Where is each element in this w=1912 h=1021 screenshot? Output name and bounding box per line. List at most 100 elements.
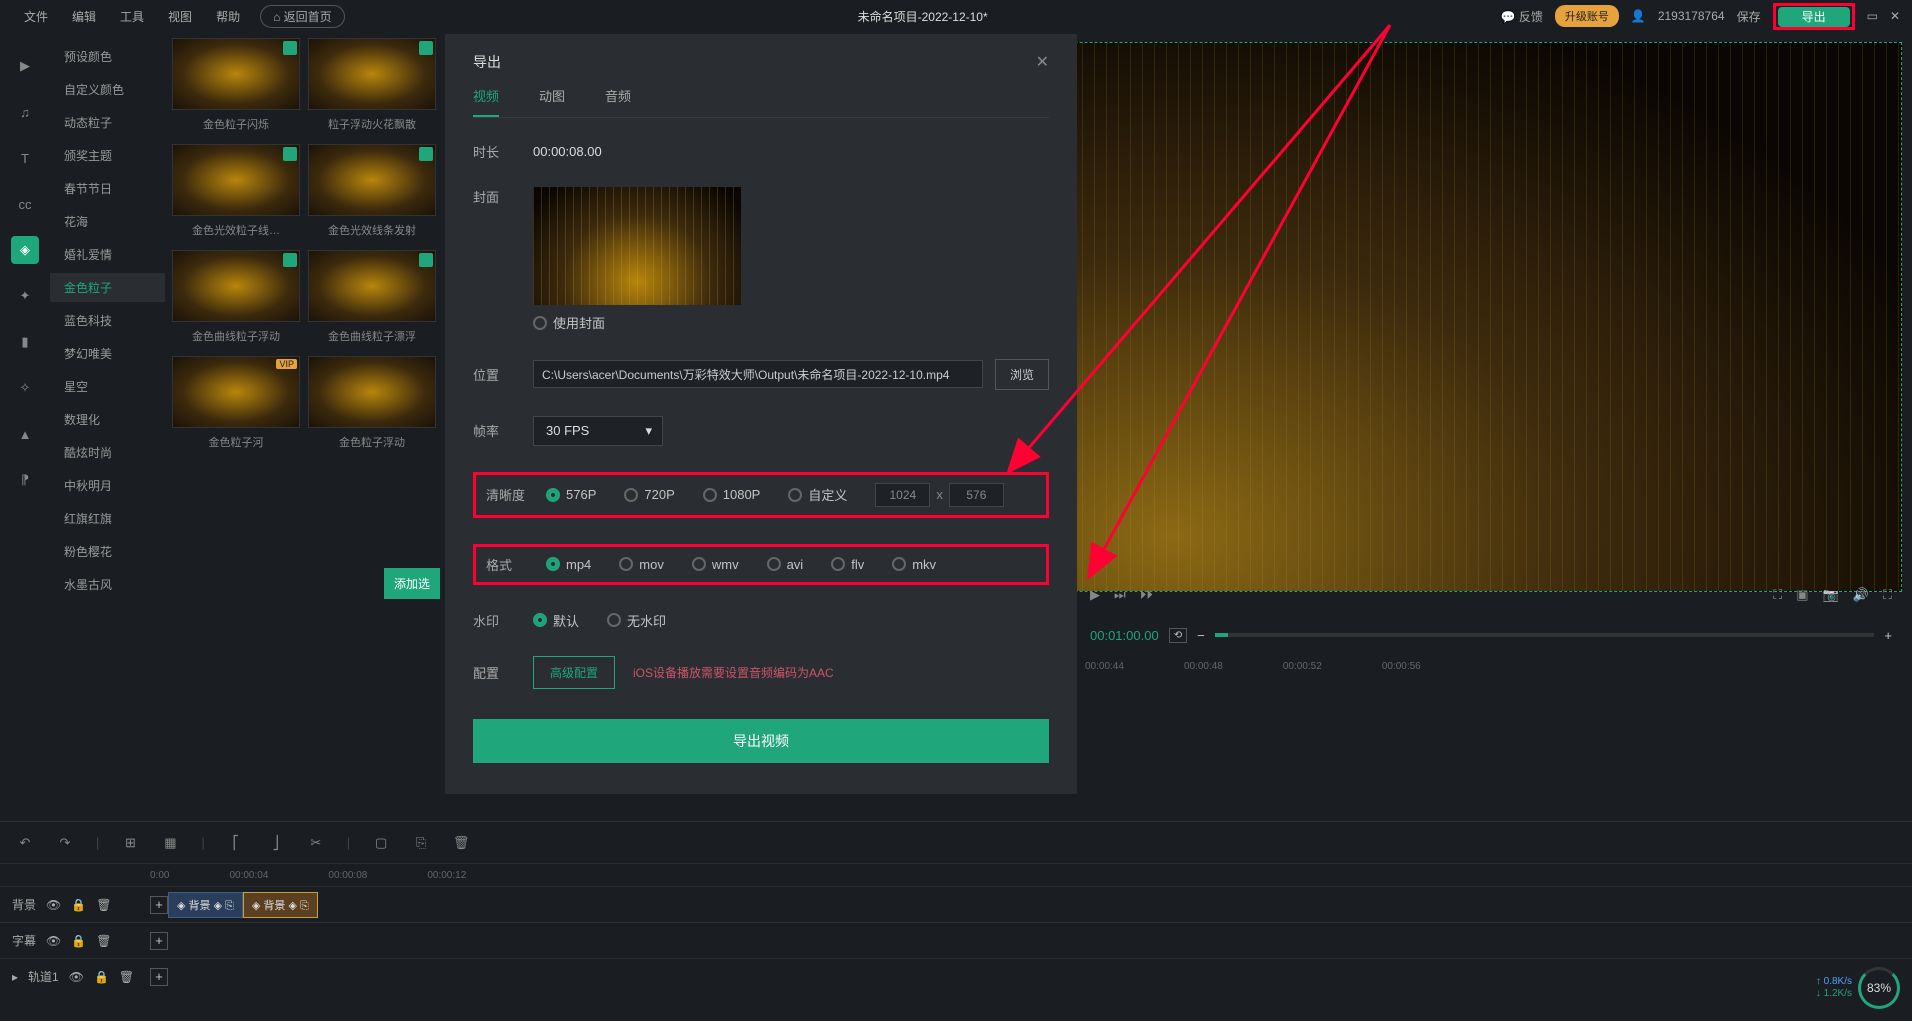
category-item[interactable]: 红旗红旗 bbox=[50, 504, 165, 533]
magic-icon[interactable]: ✧ bbox=[11, 374, 39, 402]
resolution-720p[interactable]: 720P bbox=[624, 487, 674, 502]
play-icon[interactable]: ▶ bbox=[1090, 587, 1100, 603]
category-item[interactable]: 预设颜色 bbox=[50, 42, 165, 71]
timeline-clip[interactable]: ◈ 背景 ◈ ⎘ bbox=[243, 892, 318, 918]
step-forward-icon[interactable]: ⏭ bbox=[1114, 587, 1126, 603]
upgrade-button[interactable]: 升级账号 bbox=[1555, 5, 1619, 27]
lock-icon[interactable]: 🔒 bbox=[94, 970, 109, 984]
cover-thumbnail[interactable] bbox=[533, 187, 741, 305]
thumbnail-item[interactable]: 金色曲线粒子浮动 bbox=[171, 250, 301, 350]
cut-start-icon[interactable]: ⎡ bbox=[227, 834, 245, 852]
thumbnail-item[interactable]: 金色光效粒子线… bbox=[171, 144, 301, 244]
lock-icon[interactable]: 🔒 bbox=[71, 934, 86, 948]
thumbnail-item[interactable]: 金色光效线条发射 bbox=[307, 144, 437, 244]
watermark-none[interactable]: 无水印 bbox=[607, 611, 666, 630]
category-item[interactable]: 金色粒子 bbox=[50, 273, 165, 302]
undo-icon[interactable]: ↶ bbox=[16, 834, 34, 852]
category-item[interactable]: 中秋明月 bbox=[50, 471, 165, 500]
category-item[interactable]: 星空 bbox=[50, 372, 165, 401]
timeline-clip[interactable]: ◈ 背景 ◈ ⎘ bbox=[168, 892, 243, 918]
watermark-default[interactable]: 默认 bbox=[533, 611, 579, 630]
category-item[interactable]: 蓝色科技 bbox=[50, 306, 165, 335]
cut-end-icon[interactable]: ⎦ bbox=[267, 834, 285, 852]
format-avi[interactable]: avi bbox=[767, 557, 804, 572]
category-item[interactable]: 颁奖主题 bbox=[50, 141, 165, 170]
feedback-link[interactable]: 💬 反馈 bbox=[1501, 8, 1543, 25]
window-min-icon[interactable]: ▭ bbox=[1867, 9, 1878, 23]
copy-icon[interactable]: ⎘ bbox=[412, 834, 430, 852]
lock-icon[interactable]: 🔒 bbox=[71, 898, 86, 912]
add-selected-button[interactable]: 添加选 bbox=[384, 568, 440, 599]
format-mp4[interactable]: mp4 bbox=[546, 557, 591, 572]
text-icon[interactable]: T bbox=[11, 144, 39, 172]
browse-button[interactable]: 浏览 bbox=[995, 359, 1049, 390]
plugins-icon[interactable]: ✦ bbox=[11, 282, 39, 310]
zoom-out-icon[interactable]: − bbox=[1197, 628, 1205, 643]
use-cover-checkbox[interactable]: 使用封面 bbox=[533, 313, 605, 332]
category-item[interactable]: 婚礼爱情 bbox=[50, 240, 165, 269]
screenshot-icon[interactable]: ⛶ bbox=[1773, 587, 1782, 603]
category-item[interactable]: 动态粒子 bbox=[50, 108, 165, 137]
thumbnail-item[interactable]: 金色粒子闪烁 bbox=[171, 38, 301, 138]
camera-icon[interactable]: 📷 bbox=[1823, 587, 1839, 603]
custom-width-input[interactable] bbox=[875, 483, 930, 507]
format-mkv[interactable]: mkv bbox=[892, 557, 936, 572]
thumbnail-item[interactable]: 粒子浮动火花飘散 bbox=[307, 38, 437, 138]
delete-icon[interactable]: 🗑 bbox=[452, 834, 470, 852]
eye-icon[interactable]: 👁 bbox=[46, 934, 61, 948]
settings-icon[interactable]: ⁋ bbox=[11, 466, 39, 494]
zoom-in-icon[interactable]: + bbox=[1884, 628, 1892, 643]
effects-icon[interactable]: ◈ bbox=[11, 236, 39, 264]
eye-icon[interactable]: 👁 bbox=[69, 970, 84, 984]
eye-icon[interactable]: 👁 bbox=[46, 898, 61, 912]
export-button[interactable]: 导出 bbox=[1778, 7, 1850, 27]
export-video-button[interactable]: 导出视频 bbox=[473, 719, 1049, 763]
menu-file[interactable]: 文件 bbox=[12, 8, 60, 25]
format-wmv[interactable]: wmv bbox=[692, 557, 739, 572]
window-close-icon[interactable]: ✕ bbox=[1890, 9, 1900, 23]
chevron-right-icon[interactable]: ▸ bbox=[12, 970, 18, 984]
caption-icon[interactable]: cc bbox=[11, 190, 39, 218]
frame-icon[interactable]: ▣ bbox=[1796, 587, 1808, 603]
volume-icon[interactable]: 🔊 bbox=[1853, 587, 1869, 603]
add-clip-button[interactable]: + bbox=[150, 968, 168, 986]
thumbnail-item[interactable]: 金色曲线粒子漂浮 bbox=[307, 250, 437, 350]
tab-gif[interactable]: 动图 bbox=[539, 86, 565, 117]
category-item[interactable]: 春节节日 bbox=[50, 174, 165, 203]
resolution-576p[interactable]: 576P bbox=[546, 487, 596, 502]
folder-icon[interactable]: ▮ bbox=[11, 328, 39, 356]
advanced-config-button[interactable]: 高级配置 bbox=[533, 656, 615, 689]
category-item[interactable]: 水墨古风 bbox=[50, 570, 165, 599]
format-mov[interactable]: mov bbox=[619, 557, 664, 572]
media-icon[interactable]: ▶ bbox=[11, 52, 39, 80]
resolution-1080p[interactable]: 1080P bbox=[703, 487, 761, 502]
trash-icon[interactable]: 🗑 bbox=[119, 970, 134, 984]
scissor-icon[interactable]: ✂ bbox=[307, 834, 325, 852]
category-item[interactable]: 花海 bbox=[50, 207, 165, 236]
thumbnail-item[interactable]: 金色粒子浮动 bbox=[307, 356, 437, 456]
redo-icon[interactable]: ↷ bbox=[56, 834, 74, 852]
home-button[interactable]: ⌂ 返回首页 bbox=[260, 5, 345, 28]
category-item[interactable]: 梦幻唯美 bbox=[50, 339, 165, 368]
save-button[interactable]: 保存 bbox=[1737, 8, 1761, 25]
fullscreen-icon[interactable]: ⛶ bbox=[1883, 587, 1892, 603]
zoom-slider[interactable] bbox=[1215, 633, 1875, 637]
thumbnail-item[interactable]: VIP金色粒子河 bbox=[171, 356, 301, 456]
output-path-input[interactable] bbox=[533, 360, 983, 388]
tab-video[interactable]: 视频 bbox=[473, 86, 499, 117]
category-item[interactable]: 数理化 bbox=[50, 405, 165, 434]
category-item[interactable]: 自定义颜色 bbox=[50, 75, 165, 104]
custom-height-input[interactable] bbox=[949, 483, 1004, 507]
menu-edit[interactable]: 编辑 bbox=[60, 8, 108, 25]
fps-select[interactable]: 30 FPS ▾ bbox=[533, 416, 663, 446]
menu-tools[interactable]: 工具 bbox=[108, 8, 156, 25]
tab-audio[interactable]: 音频 bbox=[605, 86, 631, 117]
format-flv[interactable]: flv bbox=[831, 557, 864, 572]
trash-icon[interactable]: 🗑 bbox=[96, 934, 111, 948]
next-icon[interactable]: ⏵⏵ bbox=[1140, 587, 1153, 603]
add-clip-button[interactable]: + bbox=[150, 896, 168, 914]
trash-icon[interactable]: 🗑 bbox=[96, 898, 111, 912]
add-clip-button[interactable]: + bbox=[150, 932, 168, 950]
split-icon[interactable]: ⊞ bbox=[121, 834, 139, 852]
menu-help[interactable]: 帮助 bbox=[204, 8, 252, 25]
